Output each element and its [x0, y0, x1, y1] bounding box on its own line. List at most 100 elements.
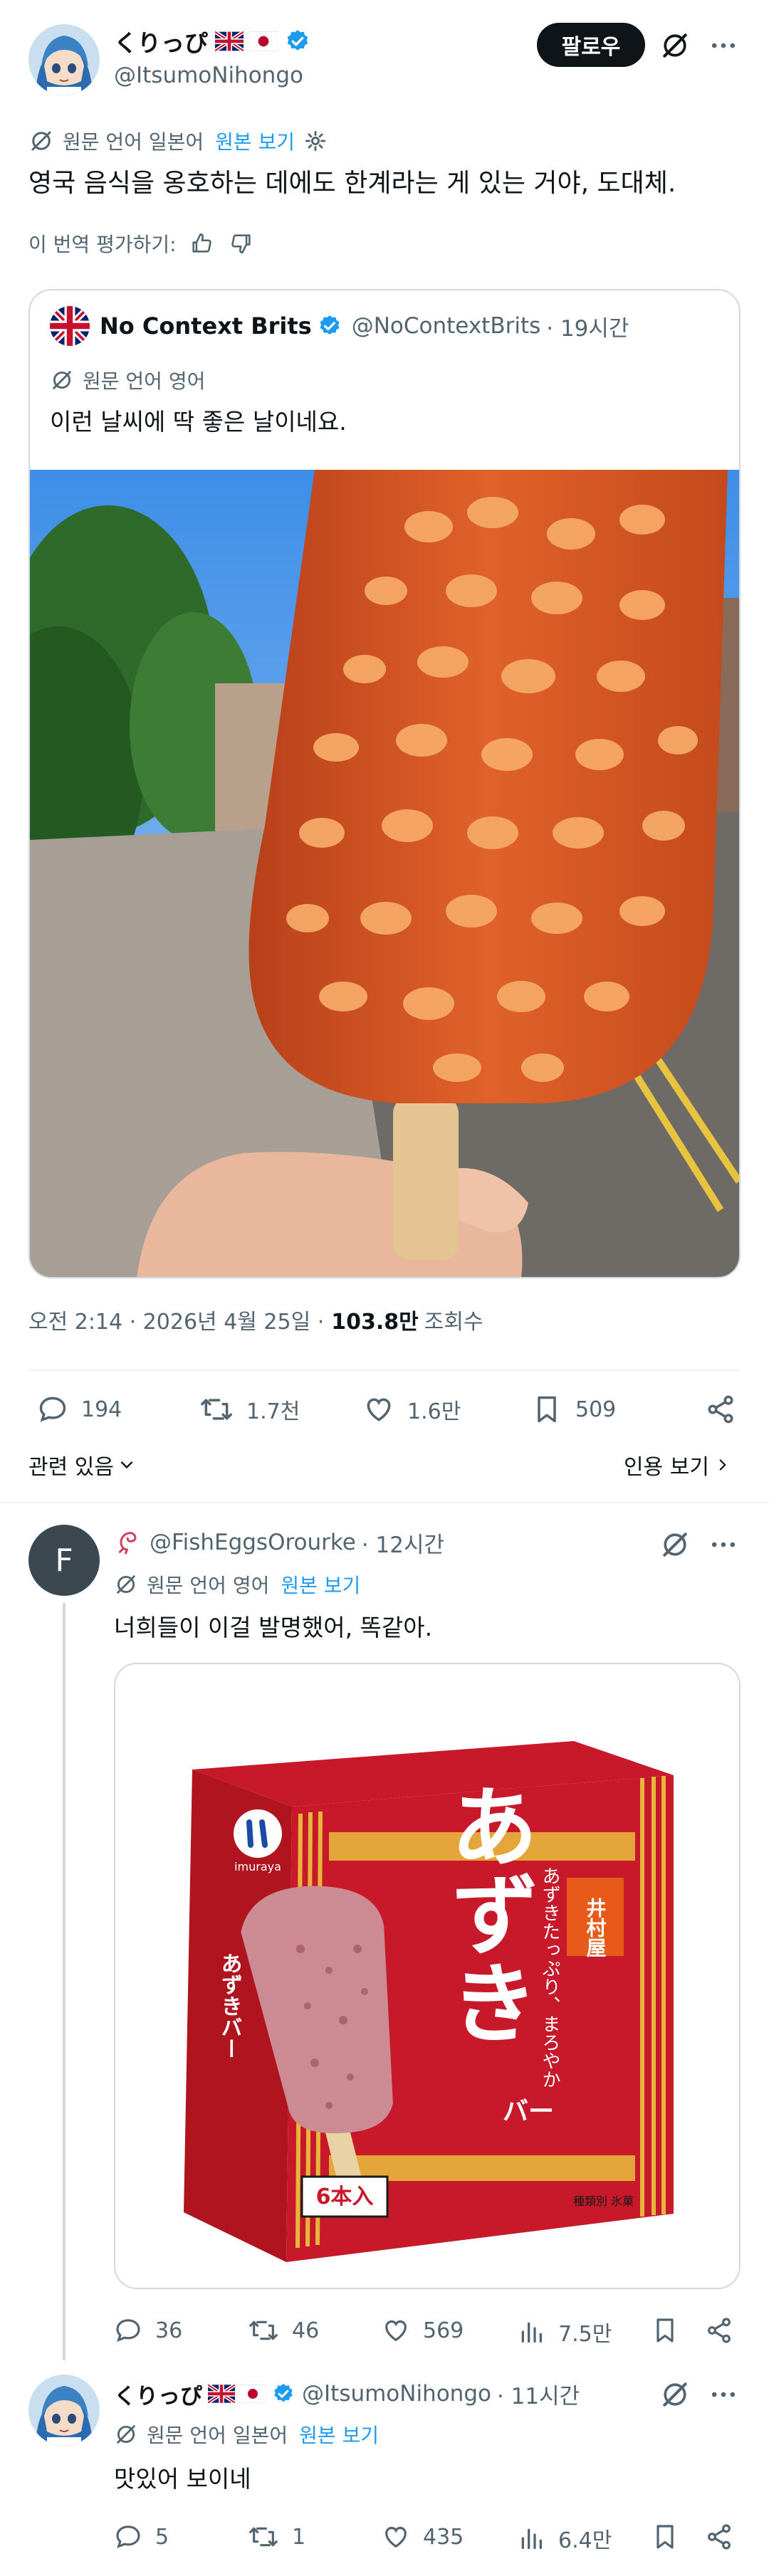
package-bar-label: バー — [503, 2097, 554, 2126]
grok-icon[interactable] — [659, 30, 691, 61]
package-type: 種類別 氷菓 — [573, 2194, 634, 2208]
brand-label: 井村屋 — [584, 1898, 607, 1958]
heart-icon — [385, 2320, 407, 2342]
uk-flag-icon — [208, 2385, 235, 2403]
reply-button[interactable]: 194 — [37, 1394, 122, 1425]
avatar-letter: F — [55, 1542, 73, 1579]
chevron-down-icon — [117, 1455, 137, 1475]
quoted-handle[interactable]: @NoContextBrits — [352, 313, 541, 339]
quoted-avatar[interactable] — [50, 306, 90, 346]
show-original-link[interactable]: 원본 보기 — [299, 2420, 379, 2449]
thumbs-up-icon[interactable] — [189, 231, 214, 256]
like-button[interactable]: 1.6만 — [363, 1394, 461, 1425]
translated-from-label: 원문 언어 영어 — [147, 1574, 270, 1597]
reply-avatar[interactable]: F — [28, 1525, 100, 1596]
verified-badge-icon — [272, 2382, 295, 2405]
japan-flag-icon — [249, 31, 278, 51]
retweet-count: 1.7천 — [246, 1399, 300, 1424]
views-label: 조회수 — [424, 1310, 483, 1335]
translate-icon — [28, 128, 54, 154]
reply-icon — [39, 1397, 66, 1422]
thread-line — [63, 1603, 66, 2360]
quoted-tweet-text: 이런 날씨에 딱 좋은 날이네요. — [50, 408, 347, 436]
bookmark-icon[interactable] — [651, 2316, 679, 2345]
like-count: 1.6만 — [407, 1399, 461, 1424]
like-button[interactable]: 569 — [382, 2316, 464, 2345]
quoted-tweet-card[interactable]: No Context Brits @NoContextBrits · 19시간 … — [28, 289, 741, 1278]
retweet-button[interactable]: 1 — [248, 2523, 305, 2551]
tweet-text: 영국 음식을 옹호하는 데에도 한계라는 게 있는 거야, 도대체. — [28, 169, 676, 198]
package-title: あずき — [434, 1781, 537, 2046]
views-button[interactable]: 7.5만 — [517, 2316, 612, 2348]
related-dropdown[interactable]: 관련 있음 — [28, 1449, 137, 1481]
tweet-timestamp[interactable]: 오전 2:14 · 2026년 4월 25일 · — [28, 1304, 324, 1335]
reply-text: 너희들이 이걸 발명했어, 똑같아. — [114, 1614, 433, 1641]
quoted-display-name[interactable]: No Context Brits — [100, 312, 312, 340]
show-original-link[interactable]: 원본 보기 — [281, 1570, 360, 1599]
follow-button[interactable]: 팔로우 — [537, 23, 645, 67]
package-tagline: あずきたっぷり、まろやか — [539, 1866, 560, 2088]
translate-icon — [114, 2422, 138, 2446]
reply-time[interactable]: · 11시간 — [497, 2378, 580, 2410]
avatar[interactable] — [28, 2375, 100, 2446]
share-icon[interactable] — [705, 1394, 736, 1425]
retweet-button[interactable]: 46 — [248, 2316, 319, 2345]
reply-time[interactable]: · 12시간 — [362, 1527, 444, 1559]
view-quotes-link[interactable]: 인용 보기 — [624, 1449, 732, 1481]
shrimp-icon — [114, 1528, 142, 1557]
like-count: 435 — [423, 2524, 464, 2550]
reply-count: 5 — [155, 2524, 169, 2550]
more-options-icon[interactable] — [708, 1529, 739, 1560]
display-name[interactable]: くりっぴ — [114, 2378, 202, 2410]
heart-icon — [367, 1398, 391, 1421]
chevron-right-icon — [713, 1456, 732, 1474]
more-options-icon[interactable] — [708, 2379, 739, 2410]
reply-icon — [116, 2525, 140, 2548]
thumbs-down-icon[interactable] — [229, 231, 253, 256]
views-count: 6.4만 — [558, 2528, 612, 2553]
share-icon[interactable] — [705, 2523, 733, 2551]
reply-button[interactable]: 5 — [114, 2523, 169, 2551]
package-count: 6本入 — [316, 2185, 374, 2209]
grok-icon[interactable] — [659, 1529, 691, 1560]
avatar[interactable] — [28, 24, 100, 95]
reply-button[interactable]: 36 — [114, 2316, 182, 2345]
retweet-icon — [249, 2320, 278, 2340]
divider — [0, 1502, 769, 1503]
show-original-link[interactable]: 원본 보기 — [215, 127, 295, 155]
views-button[interactable]: 6.4만 — [517, 2523, 612, 2554]
views-count: 103.8만 — [331, 1310, 419, 1335]
share-icon[interactable] — [705, 2316, 733, 2345]
quoted-time[interactable]: · 19시간 — [546, 310, 629, 342]
translate-icon — [50, 368, 74, 392]
handle[interactable]: @ItsumoNihongo — [114, 63, 303, 88]
translated-from-label: 원문 언어 영어 — [83, 369, 206, 393]
view-quotes-label: 인용 보기 — [624, 1455, 709, 1480]
translate-icon — [114, 1572, 138, 1597]
gear-icon[interactable] — [303, 129, 328, 153]
reply-count: 36 — [155, 2318, 183, 2343]
package-logo: imuraya — [234, 1860, 281, 1873]
retweet-count: 1 — [292, 2524, 306, 2550]
package-side-text: あずきバー — [217, 1952, 242, 2059]
like-button[interactable]: 435 — [382, 2523, 464, 2551]
bookmark-button[interactable]: 509 — [531, 1394, 616, 1425]
verified-badge-icon — [285, 28, 310, 54]
translated-from-label: 원문 언어 일본어 — [147, 2424, 288, 2447]
retweet-icon — [249, 2527, 278, 2547]
related-label: 관련 있음 — [28, 1455, 114, 1480]
reply-icon — [116, 2319, 140, 2342]
display-name[interactable]: くりっぴ — [114, 24, 208, 58]
azuki-bar-photo[interactable]: 井村屋 あずき あずきたっぷり、まろやか バー imuraya あずきバー 6本… — [114, 1663, 741, 2289]
analytics-icon — [521, 2528, 542, 2549]
retweet-button[interactable]: 1.7천 — [199, 1394, 300, 1425]
translated-from-label: 원문 언어 일본어 — [63, 130, 204, 154]
analytics-icon — [521, 2322, 542, 2343]
bookmark-icon[interactable] — [651, 2523, 679, 2551]
reply-handle[interactable]: @FishEggsOrourke — [150, 1530, 356, 1555]
more-options-icon[interactable] — [708, 30, 739, 61]
japan-flag-icon — [239, 2385, 266, 2403]
grok-icon[interactable] — [659, 2379, 691, 2410]
beans-popsicle-photo[interactable] — [30, 470, 739, 1277]
reply-handle[interactable]: @ItsumoNihongo — [302, 2381, 491, 2407]
